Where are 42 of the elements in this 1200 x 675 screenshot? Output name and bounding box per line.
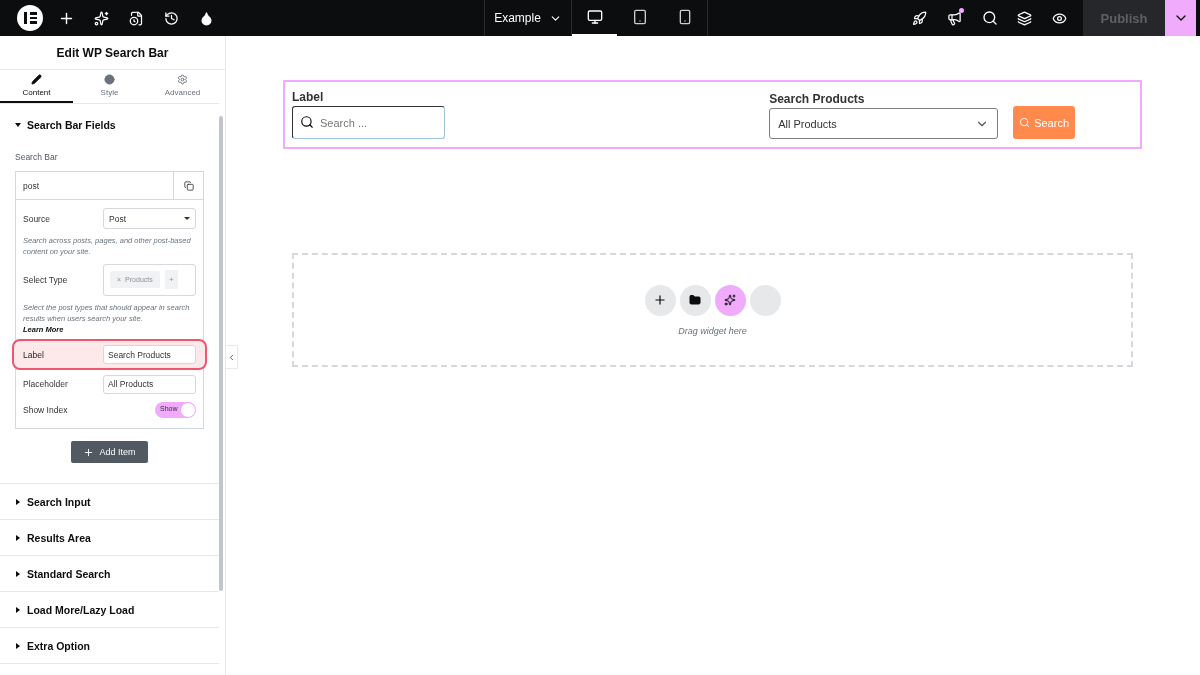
text-input[interactable]: Search Products — [103, 345, 196, 365]
folder-icon[interactable] — [679, 284, 711, 316]
caret-icon — [184, 217, 190, 220]
tablet-icon — [631, 9, 648, 25]
search-widget[interactable]: Label Search ... Search Products All Products Search — [283, 80, 1142, 149]
search-icon — [1019, 117, 1031, 128]
sparkle-icon[interactable] — [714, 284, 746, 316]
panel-tab[interactable]: Content — [0, 70, 73, 103]
field-label: Label — [23, 349, 44, 360]
megaphone-icon — [947, 10, 962, 26]
section-header[interactable]: Search Bar Fields — [0, 110, 219, 140]
source-select[interactable]: Post — [103, 208, 196, 229]
chevron-left-icon — [227, 352, 236, 362]
item-title[interactable]: post — [16, 172, 173, 199]
copy-icon — [183, 180, 194, 191]
field-label: Placeholder — [23, 379, 68, 390]
logo[interactable] — [17, 5, 43, 31]
gear-icon — [177, 74, 188, 85]
add-item-button[interactable]: Add Item — [71, 441, 148, 464]
text-input[interactable]: All Products — [103, 374, 196, 394]
add-icon[interactable] — [644, 284, 676, 316]
panel-tab[interactable]: Style — [73, 70, 146, 103]
drop-hint: Drag widget here — [678, 325, 747, 336]
document-menu[interactable]: Example — [484, 0, 572, 36]
field-label: Show Index — [23, 405, 68, 416]
desktop-icon — [586, 9, 603, 25]
search-icon — [300, 115, 314, 129]
select-label: Search Products — [769, 92, 866, 106]
plus-icon — [83, 446, 95, 458]
repeater-label: Search Bar — [15, 152, 59, 162]
panel-title: Edit WP Search Bar — [0, 36, 225, 70]
panel-tab[interactable]: Advanced — [146, 70, 219, 103]
publish-options-button[interactable] — [1165, 0, 1196, 36]
products-select[interactable]: All Products — [769, 108, 999, 139]
search-label: Label — [292, 90, 325, 104]
section-header[interactable]: Load More/Lazy Load — [0, 592, 219, 629]
scrollbar[interactable] — [219, 116, 223, 591]
section-header[interactable]: Extra Option — [0, 628, 219, 665]
pencil-icon — [31, 74, 42, 85]
field-label: Select Type — [23, 274, 68, 285]
field-label: Source — [23, 213, 50, 224]
search-field[interactable]: Search ... — [292, 106, 445, 139]
